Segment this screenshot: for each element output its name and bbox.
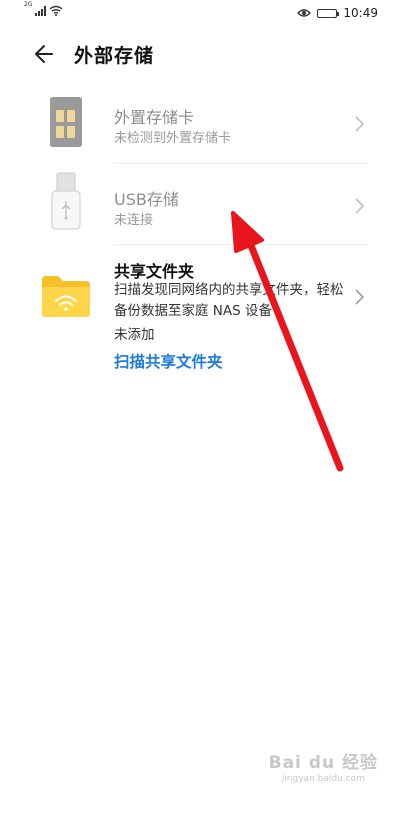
arrow-left-icon[interactable] — [30, 40, 58, 68]
signal-icon — [35, 6, 47, 16]
chevron-right-icon — [355, 289, 365, 305]
item-subtitle: 未连接 — [114, 213, 154, 228]
eye-comfort-icon — [297, 9, 312, 17]
sd-card-icon — [38, 96, 94, 148]
status-bar: 2G 10:49 — [0, 0, 400, 28]
watermark: Bai du 经验 jingyan.baidu.com — [269, 748, 378, 784]
clock: 10:49 — [343, 6, 378, 20]
item-subtitle: 未检测到外置存储卡 — [114, 131, 232, 146]
divider — [114, 244, 368, 245]
usb-drive-icon — [38, 171, 94, 235]
network-type: 2G — [24, 1, 33, 8]
scan-shared-folder-link[interactable]: 扫描共享文件夹 — [114, 350, 223, 372]
chevron-right-icon — [355, 198, 365, 214]
watermark-url: jingyan.baidu.com — [281, 774, 365, 784]
divider — [114, 163, 368, 164]
chevron-right-icon — [355, 116, 365, 132]
item-title: 外置存储卡 — [114, 108, 195, 127]
wifi-folder-icon — [38, 274, 94, 318]
battery-icon — [317, 8, 340, 18]
status-right: 10:49 — [297, 6, 378, 20]
watermark-logo: Bai du 经验 — [268, 753, 378, 773]
shared-folder-description: 扫描发现同网络内的共享文件夹，轻松备份数据至家庭 NAS 设备 — [114, 282, 344, 319]
app-header: 外部存储 — [0, 30, 400, 80]
wifi-icon — [50, 5, 63, 16]
page-title: 外部存储 — [74, 45, 155, 67]
item-title: USB存储 — [114, 190, 179, 209]
list-item-shared-folder[interactable]: 共享文件夹 扫描发现同网络内的共享文件夹，轻松备份数据至家庭 NAS 设备 未添… — [0, 246, 400, 376]
list-item-usb-storage[interactable]: USB存储 未连接 — [0, 165, 400, 245]
list-item-sd-card[interactable]: 外置存储卡 未检测到外置存储卡 — [0, 84, 400, 164]
status-left: 2G — [24, 1, 63, 16]
item-title: 共享文件夹 — [114, 262, 195, 281]
item-status: 未添加 — [114, 327, 155, 343]
